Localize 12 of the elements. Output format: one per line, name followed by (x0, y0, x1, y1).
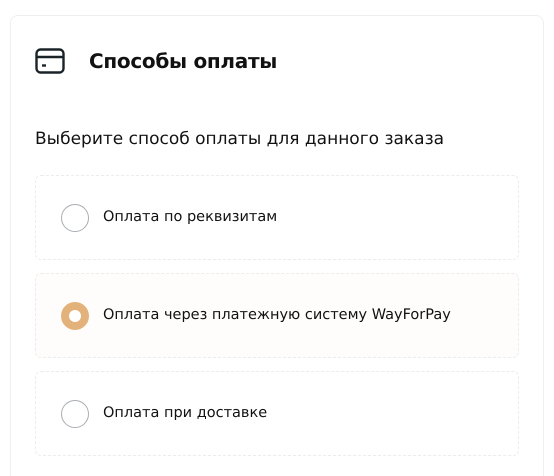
card-title: Способы оплаты (89, 48, 278, 75)
option-label: Оплата по реквизитам (103, 208, 278, 227)
payment-option[interactable]: Оплата при доставке (35, 371, 519, 456)
radio-button[interactable] (61, 302, 89, 330)
option-label: Оплата при доставке (103, 404, 268, 423)
option-label: Оплата через платежную систему WayForPay (103, 306, 451, 325)
payment-option[interactable]: Оплата по реквизитам (35, 175, 519, 260)
credit-card-icon (35, 48, 65, 74)
payment-option[interactable]: Оплата через платежную систему WayForPay (35, 273, 519, 358)
radio-button[interactable] (61, 204, 89, 232)
radio-button[interactable] (61, 400, 89, 428)
card-subtitle: Выберите способ оплаты для данного заказа (35, 128, 446, 150)
